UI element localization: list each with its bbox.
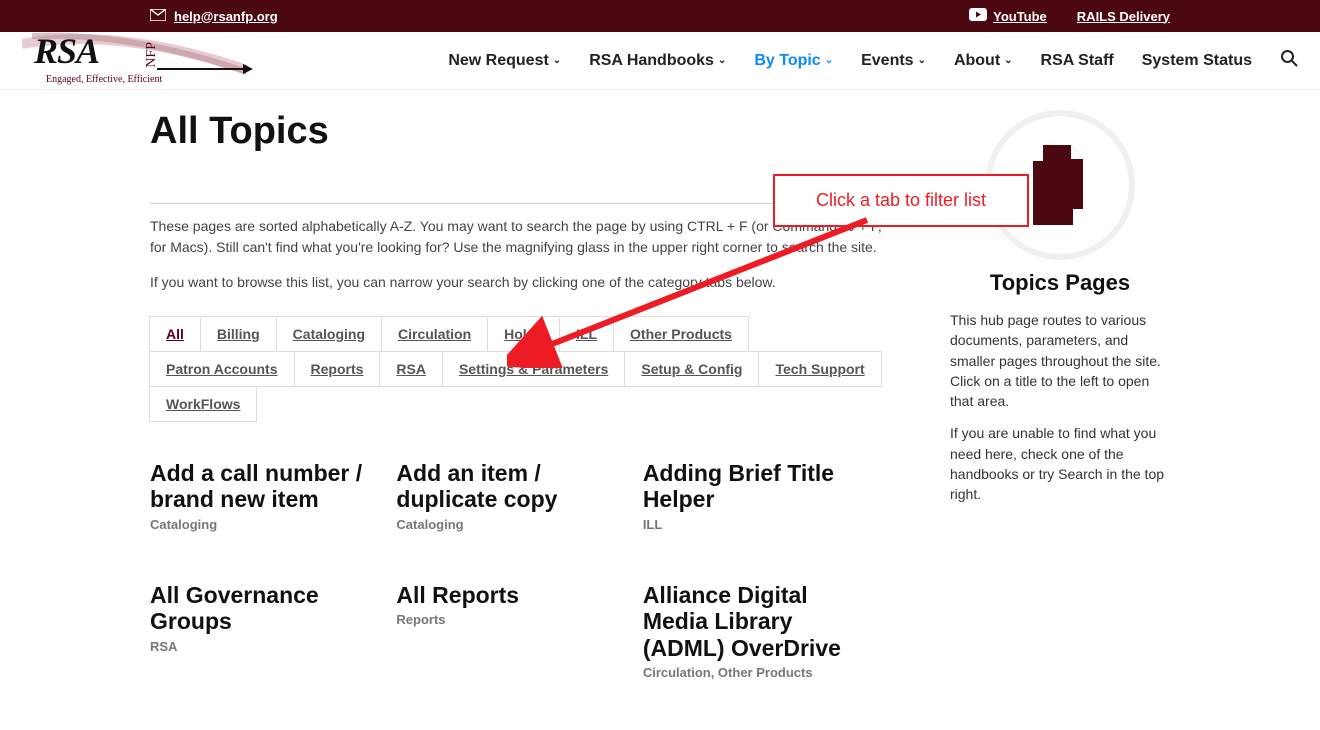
topic-card[interactable]: Add a call number / brand new item Catalo… xyxy=(150,460,396,582)
nav-system-status[interactable]: System Status xyxy=(1142,52,1252,70)
nav-new-request[interactable]: New Request⌄ xyxy=(448,52,561,70)
nav-items: New Request⌄ RSA Handbooks⌄ By Topic⌄ Event… xyxy=(448,49,1298,72)
tab-patron-accounts[interactable]: Patron Accounts xyxy=(149,351,295,387)
card-category: RSA xyxy=(150,639,376,654)
mail-icon xyxy=(150,9,166,24)
chevron-down-icon: ⌄ xyxy=(825,55,833,66)
chevron-down-icon: ⌄ xyxy=(1004,55,1012,66)
nav-rsa-staff[interactable]: RSA Staff xyxy=(1041,52,1114,70)
nav-by-topic[interactable]: By Topic⌄ xyxy=(754,52,833,70)
topic-card[interactable]: Adding Brief Title Helper ILL xyxy=(643,460,889,582)
logo-tagline: Engaged, Effective, Efficient xyxy=(46,74,162,85)
topic-cards: Add a call number / brand new item Catalo… xyxy=(150,460,890,730)
sidebar-p2: If you are unable to find what you need … xyxy=(950,423,1170,504)
card-category: Reports xyxy=(396,612,622,627)
main-nav: RSA NFP Engaged, Effective, Efficient Ne… xyxy=(0,32,1320,90)
tab-reports[interactable]: Reports xyxy=(294,351,381,387)
card-title: All Governance Groups xyxy=(150,582,376,635)
card-title: Alliance Digital Media Library (ADML) Ov… xyxy=(643,582,869,661)
youtube-link[interactable]: YouTube xyxy=(969,8,1047,24)
search-icon[interactable] xyxy=(1280,49,1298,72)
card-category: Circulation, Other Products xyxy=(643,665,869,680)
tab-billing[interactable]: Billing xyxy=(200,316,277,352)
nav-events[interactable]: Events⌄ xyxy=(861,52,926,70)
page-title: All Topics xyxy=(150,110,890,153)
tab-all[interactable]: All xyxy=(149,316,201,352)
site-logo[interactable]: RSA NFP Engaged, Effective, Efficient xyxy=(22,32,262,90)
logo-arrow-icon xyxy=(157,68,247,70)
topic-card[interactable]: All Governance Groups RSA xyxy=(150,582,396,730)
topbar: help@rsanfp.org YouTube RAILS Delivery xyxy=(0,0,1320,32)
documents-icon xyxy=(1025,145,1095,225)
chevron-down-icon: ⌄ xyxy=(553,55,561,66)
topbar-left: help@rsanfp.org xyxy=(150,9,278,24)
card-title: Add a call number / brand new item xyxy=(150,460,376,513)
tab-rsa[interactable]: RSA xyxy=(379,351,443,387)
topic-card[interactable]: Alliance Digital Media Library (ADML) Ov… xyxy=(643,582,889,730)
card-category: Cataloging xyxy=(396,517,622,532)
youtube-icon xyxy=(969,8,987,24)
sidebar-title: Topics Pages xyxy=(950,270,1170,296)
card-title: Adding Brief Title Helper xyxy=(643,460,869,513)
chevron-down-icon: ⌄ xyxy=(718,55,726,66)
help-email-link[interactable]: help@rsanfp.org xyxy=(174,9,278,24)
nav-rsa-handbooks[interactable]: RSA Handbooks⌄ xyxy=(589,52,726,70)
topic-card[interactable]: Add an item / duplicate copy Cataloging xyxy=(396,460,642,582)
tab-circulation[interactable]: Circulation xyxy=(381,316,488,352)
nav-about[interactable]: About⌄ xyxy=(954,52,1013,70)
logo-text: RSA xyxy=(34,30,99,72)
sidebar-p1: This hub page routes to various document… xyxy=(950,310,1170,411)
rails-delivery-link[interactable]: RAILS Delivery xyxy=(1077,9,1170,24)
logo-nfp: NFP xyxy=(144,42,160,68)
card-category: ILL xyxy=(643,517,869,532)
topic-card[interactable]: All Reports Reports xyxy=(396,582,642,730)
card-title: All Reports xyxy=(396,582,622,608)
chevron-down-icon: ⌄ xyxy=(918,55,926,66)
tab-cataloging[interactable]: Cataloging xyxy=(276,316,382,352)
youtube-link-text[interactable]: YouTube xyxy=(993,9,1047,24)
card-title: Add an item / duplicate copy xyxy=(396,460,622,513)
card-category: Cataloging xyxy=(150,517,376,532)
topbar-right: YouTube RAILS Delivery xyxy=(969,8,1170,24)
annotation-arrow-icon xyxy=(507,208,887,368)
tab-workflows[interactable]: WorkFlows xyxy=(149,386,257,422)
